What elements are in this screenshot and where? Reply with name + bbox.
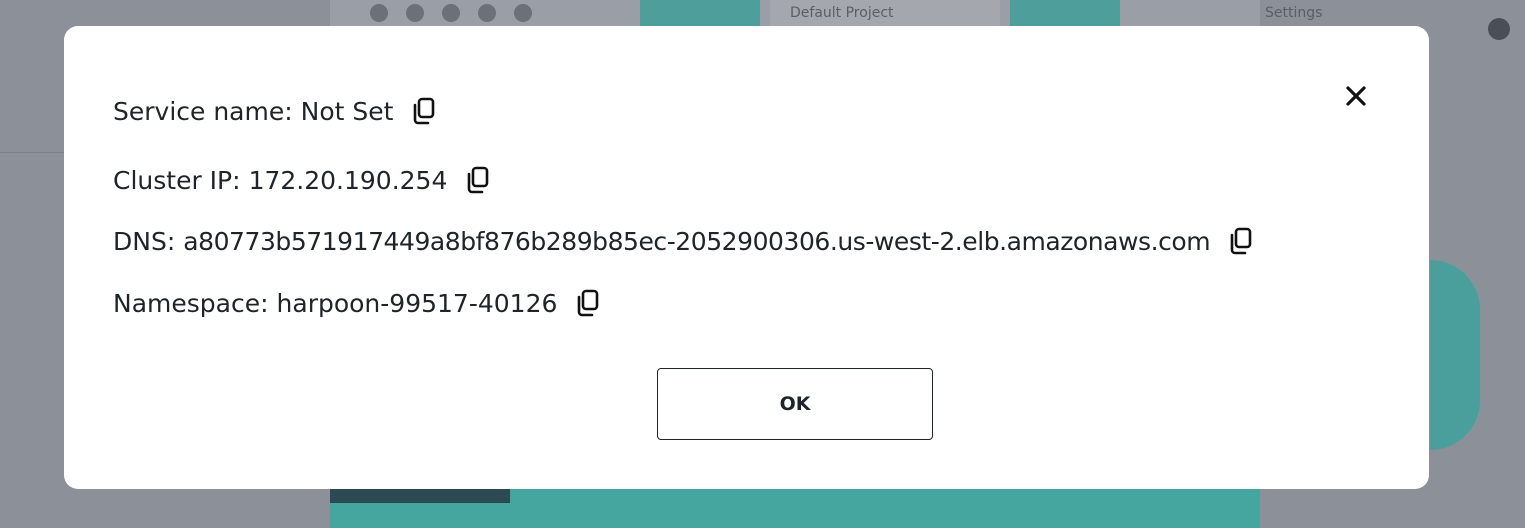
copy-icon	[414, 97, 435, 125]
copy-service-name-button[interactable]	[409, 95, 439, 127]
close-icon	[1346, 86, 1366, 106]
background-teal-tab	[640, 0, 760, 26]
namespace-row: Namespace: harpoon-99517-40126	[113, 287, 603, 319]
toolbar-icon	[406, 4, 424, 22]
ok-button[interactable]: OK	[657, 368, 933, 440]
service-name-row: Service name: Not Set	[113, 95, 439, 127]
copy-cluster-ip-button[interactable]	[463, 164, 493, 196]
cluster-ip-label: Cluster IP:	[113, 165, 241, 195]
copy-dns-button[interactable]	[1226, 225, 1256, 257]
avatar	[1488, 18, 1510, 40]
dns-value: a80773b571917449a8bf876b289b85ec-2052900…	[183, 226, 1211, 256]
service-name-label: Service name:	[113, 96, 293, 126]
copy-icon	[468, 166, 489, 194]
background-toolbar-icons	[370, 4, 620, 24]
cluster-ip-value: 172.20.190.254	[248, 165, 448, 195]
background-settings-link: Settings	[1265, 5, 1323, 21]
toolbar-icon	[514, 4, 532, 22]
dns-row: DNS: a80773b571917449a8bf876b289b85ec-20…	[113, 225, 1256, 257]
dns-label: DNS:	[113, 226, 176, 256]
toolbar-icon	[478, 4, 496, 22]
service-name-value: Not Set	[300, 96, 394, 126]
background-bottom-label	[745, 489, 995, 511]
namespace-label: Namespace:	[113, 288, 269, 318]
copy-icon	[578, 289, 599, 317]
namespace-value: harpoon-99517-40126	[276, 288, 558, 318]
copy-icon	[1230, 227, 1252, 255]
background-divider	[0, 152, 64, 153]
close-button[interactable]	[1343, 83, 1369, 109]
toolbar-icon	[442, 4, 460, 22]
cluster-ip-row: Cluster IP: 172.20.190.254	[113, 164, 493, 196]
background-project-selector: Default Project	[770, 0, 1000, 26]
background-bottom-tag	[330, 489, 510, 503]
toolbar-icon	[370, 4, 388, 22]
copy-namespace-button[interactable]	[573, 287, 603, 319]
background-teal-shape	[1430, 260, 1480, 450]
background-teal-tab-2	[1010, 0, 1120, 26]
service-info-dialog: Service name: Not Set Cluster IP: 172.20…	[64, 26, 1429, 489]
